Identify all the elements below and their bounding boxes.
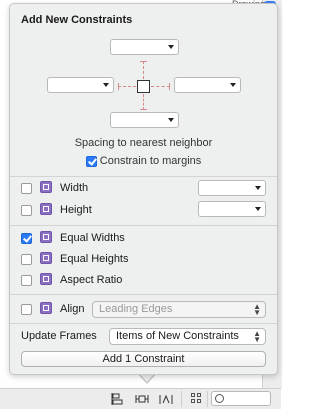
bottom-strut[interactable] [143,94,144,110]
updown-icon: ▲ ▼ [253,302,261,317]
pin-icon[interactable] [135,392,149,406]
constrain-to-margins-label: Constrain to margins [99,155,202,167]
trailing-strut-cap [169,83,170,90]
resolve-issues-icon[interactable] [159,392,173,406]
equal-widths-icon [40,231,52,243]
toolbar-separator [181,391,182,407]
bottom-spacing-dropdown[interactable] [110,112,179,128]
align-checkbox[interactable] [21,304,32,315]
separator [10,323,277,324]
separator [10,225,277,226]
toolbar-separator [207,391,208,407]
bottom-toolbar [0,388,281,409]
align-row: Align [21,301,101,317]
update-frames-select[interactable]: Items of New Constraints ▲ ▼ [109,328,266,345]
align-select-value: Leading Edges [99,303,173,315]
constrain-to-margins-row[interactable]: Constrain to margins [10,155,277,167]
trailing-strut[interactable] [151,86,170,87]
spacing-label: Spacing to nearest neighbor [74,137,213,149]
constrain-to-margins-checkbox[interactable] [85,155,97,167]
add-constraints-button[interactable]: Add 1 Constraint [21,351,266,367]
update-frames-label: Update Frames [21,330,97,342]
trailing-spacing-dropdown[interactable] [174,77,241,93]
equal-heights-label: Equal Heights [60,253,129,265]
aspect-ratio-row: Aspect Ratio [21,272,221,288]
leading-spacing-dropdown[interactable] [47,77,114,93]
chevron-down-icon [168,45,174,49]
equal-widths-label: Equal Widths [60,232,125,244]
equal-heights-row: Equal Heights [21,251,221,267]
align-label: Align [60,303,85,315]
chevron-down-icon [255,186,261,190]
chevron-down-icon [230,83,236,87]
selected-view-box [137,80,150,93]
add-constraints-popover: Add New Constraints Spacing to nearest n… [9,3,278,375]
width-checkbox[interactable] [21,183,32,194]
separator [10,176,277,177]
height-value-dropdown[interactable] [198,201,266,217]
height-label: Height [60,204,92,216]
width-value-dropdown[interactable] [198,180,266,196]
grid-icon[interactable] [191,393,202,404]
chevron-down-icon [255,207,261,211]
width-icon [40,181,52,193]
equal-widths-checkbox[interactable] [21,233,32,244]
top-spacing-dropdown[interactable] [110,39,179,55]
align-icon [40,302,52,314]
align-select[interactable]: Leading Edges ▲ ▼ [92,301,266,318]
top-strut-cap [140,61,147,62]
aspect-ratio-icon [40,273,52,285]
equal-heights-checkbox[interactable] [21,254,32,265]
scope-icon [215,394,224,403]
equal-widths-row: Equal Widths [21,230,221,246]
equal-heights-icon [40,252,52,264]
chevron-down-icon [103,83,109,87]
aspect-ratio-label: Aspect Ratio [60,274,123,286]
popover-title: Add New Constraints [21,14,133,26]
updown-icon: ▲ ▼ [253,329,261,344]
leading-strut[interactable] [118,86,136,87]
separator [10,294,277,295]
chevron-down-icon [168,118,174,122]
scope-field[interactable] [211,391,271,406]
height-checkbox[interactable] [21,205,32,216]
update-frames-value: Items of New Constraints [116,330,239,342]
bottom-strut-cap [140,109,147,110]
aspect-ratio-checkbox[interactable] [21,275,32,286]
leading-strut-cap [118,83,119,90]
height-icon [40,203,52,215]
align-icon[interactable] [111,392,125,406]
top-strut[interactable] [143,61,144,79]
width-label: Width [60,182,89,194]
